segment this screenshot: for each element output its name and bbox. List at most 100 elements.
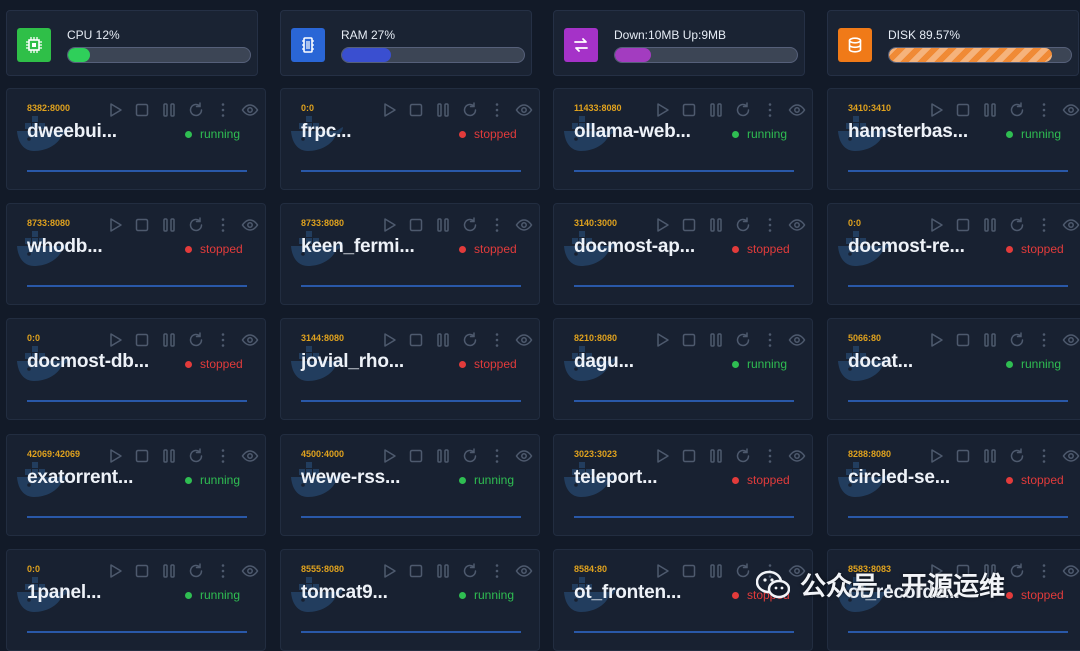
stop-icon[interactable] — [407, 331, 425, 349]
container-card[interactable]: 8288:8080 circled-se... stopped — [827, 434, 1080, 536]
pause-icon[interactable] — [434, 562, 452, 580]
stop-icon[interactable] — [680, 562, 698, 580]
view-icon[interactable] — [1062, 331, 1080, 349]
pause-icon[interactable] — [160, 331, 178, 349]
container-name[interactable]: ollama-web... — [574, 121, 691, 143]
pause-icon[interactable] — [434, 331, 452, 349]
stop-icon[interactable] — [954, 447, 972, 465]
stop-icon[interactable] — [407, 562, 425, 580]
pause-icon[interactable] — [160, 447, 178, 465]
view-icon[interactable] — [241, 331, 259, 349]
view-icon[interactable] — [515, 447, 533, 465]
restart-icon[interactable] — [1008, 447, 1026, 465]
more-icon[interactable] — [1035, 447, 1053, 465]
more-icon[interactable] — [761, 447, 779, 465]
start-icon[interactable] — [106, 447, 124, 465]
start-icon[interactable] — [653, 562, 671, 580]
pause-icon[interactable] — [434, 101, 452, 119]
view-icon[interactable] — [1062, 562, 1080, 580]
start-icon[interactable] — [927, 331, 945, 349]
restart-icon[interactable] — [187, 101, 205, 119]
stop-icon[interactable] — [680, 447, 698, 465]
pause-icon[interactable] — [981, 216, 999, 234]
restart-icon[interactable] — [734, 331, 752, 349]
container-name[interactable]: keen_fermi... — [301, 236, 415, 258]
container-card[interactable]: 0:0 docmost-db... stopped — [6, 318, 266, 420]
container-name[interactable]: ot_fronten... — [574, 582, 681, 604]
restart-icon[interactable] — [187, 447, 205, 465]
pause-icon[interactable] — [707, 331, 725, 349]
more-icon[interactable] — [761, 101, 779, 119]
container-card[interactable]: 3023:3023 teleport... stopped — [553, 434, 813, 536]
start-icon[interactable] — [106, 101, 124, 119]
stop-icon[interactable] — [133, 562, 151, 580]
restart-icon[interactable] — [187, 562, 205, 580]
container-card[interactable]: 4500:4000 wewe-rss... running — [280, 434, 540, 536]
pause-icon[interactable] — [160, 101, 178, 119]
container-name[interactable]: hamsterbas... — [848, 121, 968, 143]
pause-icon[interactable] — [707, 562, 725, 580]
more-icon[interactable] — [1035, 562, 1053, 580]
start-icon[interactable] — [380, 562, 398, 580]
restart-icon[interactable] — [734, 101, 752, 119]
start-icon[interactable] — [380, 447, 398, 465]
container-card[interactable]: 0:0 frpc... stopped — [280, 88, 540, 190]
stop-icon[interactable] — [133, 101, 151, 119]
start-icon[interactable] — [653, 216, 671, 234]
container-card[interactable]: 8733:8080 keen_fermi... stopped — [280, 203, 540, 305]
stop-icon[interactable] — [407, 101, 425, 119]
more-icon[interactable] — [488, 562, 506, 580]
start-icon[interactable] — [927, 447, 945, 465]
container-card[interactable]: 8210:8080 dagu... running — [553, 318, 813, 420]
pause-icon[interactable] — [434, 447, 452, 465]
pause-icon[interactable] — [981, 331, 999, 349]
start-icon[interactable] — [927, 101, 945, 119]
restart-icon[interactable] — [461, 101, 479, 119]
stop-icon[interactable] — [133, 216, 151, 234]
start-icon[interactable] — [653, 101, 671, 119]
view-icon[interactable] — [1062, 447, 1080, 465]
view-icon[interactable] — [515, 331, 533, 349]
restart-icon[interactable] — [734, 216, 752, 234]
stop-icon[interactable] — [680, 216, 698, 234]
view-icon[interactable] — [788, 331, 806, 349]
container-card[interactable]: 3140:3000 docmost-ap... stopped — [553, 203, 813, 305]
container-name[interactable]: jovial_rho... — [301, 351, 404, 373]
container-name[interactable]: frpc... — [301, 121, 352, 143]
container-name[interactable]: teleport... — [574, 467, 658, 489]
pause-icon[interactable] — [981, 447, 999, 465]
more-icon[interactable] — [214, 101, 232, 119]
view-icon[interactable] — [788, 447, 806, 465]
container-name[interactable]: 1panel... — [27, 582, 101, 604]
container-card[interactable]: 0:0 docmost-re... stopped — [827, 203, 1080, 305]
restart-icon[interactable] — [461, 562, 479, 580]
start-icon[interactable] — [380, 101, 398, 119]
container-card[interactable]: 8555:8080 tomcat9... running — [280, 549, 540, 651]
pause-icon[interactable] — [160, 562, 178, 580]
start-icon[interactable] — [380, 331, 398, 349]
restart-icon[interactable] — [1008, 101, 1026, 119]
container-name[interactable]: circled-se... — [848, 467, 950, 489]
start-icon[interactable] — [653, 331, 671, 349]
container-card[interactable]: 3410:3410 hamsterbas... running — [827, 88, 1080, 190]
pause-icon[interactable] — [707, 216, 725, 234]
container-name[interactable]: docmost-db... — [27, 351, 149, 373]
restart-icon[interactable] — [187, 216, 205, 234]
start-icon[interactable] — [106, 331, 124, 349]
more-icon[interactable] — [1035, 216, 1053, 234]
container-name[interactable]: docat... — [848, 351, 913, 373]
container-name[interactable]: whodb... — [27, 236, 103, 258]
view-icon[interactable] — [241, 447, 259, 465]
restart-icon[interactable] — [187, 331, 205, 349]
pause-icon[interactable] — [981, 101, 999, 119]
restart-icon[interactable] — [1008, 331, 1026, 349]
more-icon[interactable] — [761, 331, 779, 349]
container-card[interactable]: 0:0 1panel... running — [6, 549, 266, 651]
container-name[interactable]: exatorrent... — [27, 467, 133, 489]
restart-icon[interactable] — [461, 447, 479, 465]
more-icon[interactable] — [488, 101, 506, 119]
more-icon[interactable] — [214, 331, 232, 349]
container-card[interactable]: 8382:8000 dweebui... running — [6, 88, 266, 190]
stop-icon[interactable] — [407, 447, 425, 465]
start-icon[interactable] — [106, 562, 124, 580]
